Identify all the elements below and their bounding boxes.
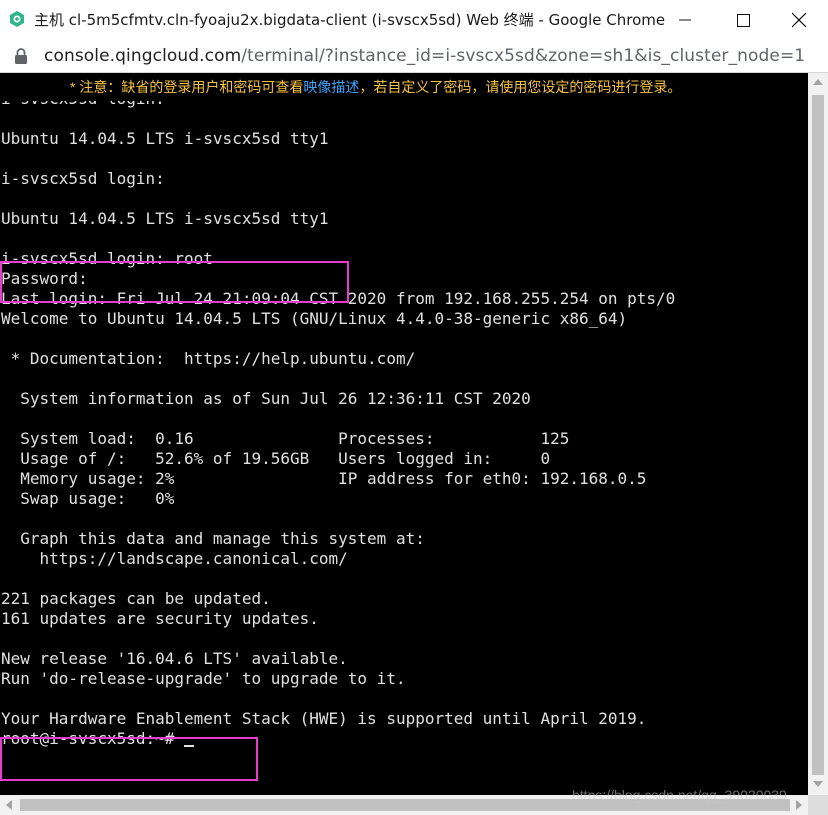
watermark: https://blog.csdn.net/qq_39020039 [572, 787, 787, 803]
terminal-output: Ubuntu 14.04.5 LTS i-svscx5sd tty1 i-svsc… [1, 73, 675, 749]
window-title-bar[interactable]: 主机 cl-5m5cfmtv.cln-fyoaju2x.bigdata-clie… [0, 0, 828, 40]
terminal-line: New release '16.04.6 LTS' available. [1, 649, 348, 668]
terminal-line: Run 'do-release-upgrade' to upgrade to i… [1, 669, 406, 688]
web-terminal[interactable]: Ubuntu 14.04.5 LTS i-svscx5sd tty1 i-svsc… [0, 73, 808, 795]
scroll-left-icon[interactable] [6, 800, 12, 810]
terminal-line: i-svscx5sd login: [1, 169, 165, 188]
page-viewport: Ubuntu 14.04.5 LTS i-svscx5sd tty1 i-svsc… [0, 73, 828, 815]
login-notice: * 注意：缺省的登录用户和密码可查看映像描述，若自定义了密码，请使用您设定的密码… [0, 73, 808, 101]
scroll-up-icon[interactable] [813, 79, 823, 85]
terminal-line: Ubuntu 14.04.5 LTS i-svscx5sd tty1 [1, 209, 329, 228]
qingcloud-logo-icon [10, 11, 24, 27]
minimize-button[interactable] [656, 0, 714, 40]
terminal-line: System load: 0.16 Processes: 125 [1, 429, 570, 448]
terminal-line: Usage of /: 52.6% of 19.56GB Users logge… [1, 449, 551, 468]
terminal-line: Swap usage: 0% [1, 489, 175, 508]
notice-suffix: ，若自定义了密码，请使用您设定的密码进行登录。 [359, 79, 682, 95]
vertical-scrollbar[interactable] [808, 73, 828, 795]
terminal-line: Welcome to Ubuntu 14.04.5 LTS (GNU/Linux… [1, 309, 628, 328]
terminal-line: 161 updates are security updates. [1, 609, 319, 628]
terminal-line: Ubuntu 14.04.5 LTS i-svscx5sd tty1 [1, 129, 329, 148]
scroll-right-icon[interactable] [796, 800, 802, 810]
image-description-link[interactable]: 映像描述 [303, 79, 359, 95]
vertical-scroll-thumb[interactable] [812, 95, 824, 775]
terminal-line: Your Hardware Enablement Stack (HWE) is … [1, 709, 647, 728]
terminal-line: * Documentation: https://help.ubuntu.com… [1, 349, 416, 368]
maximize-icon [736, 13, 750, 27]
terminal-line: 221 packages can be updated. [1, 589, 271, 608]
scroll-down-icon[interactable] [813, 781, 823, 787]
url-host: console.qingcloud.com [44, 46, 242, 66]
maximize-button[interactable] [714, 0, 772, 40]
terminal-line: Graph this data and manage this system a… [1, 529, 425, 548]
terminal-line: https://landscape.canonical.com/ [1, 549, 348, 568]
notice-prefix: * 注意：缺省的登录用户和密码可查看 [70, 79, 304, 95]
scrollbar-corner [808, 795, 828, 815]
prompt-highlight-box [0, 737, 258, 781]
terminal-line: System information as of Sun Jul 26 12:3… [1, 389, 531, 408]
lock-icon[interactable] [14, 47, 28, 65]
terminal-line: Memory usage: 2% IP address for eth0: 19… [1, 469, 647, 488]
url-text[interactable]: console.qingcloud.com/terminal/?instance… [44, 45, 805, 67]
close-icon [792, 13, 806, 27]
window-title: 主机 cl-5m5cfmtv.cln-fyoaju2x.bigdata-clie… [34, 11, 666, 29]
minimize-icon [679, 19, 691, 21]
close-button[interactable] [770, 0, 828, 40]
login-highlight-box [0, 261, 349, 303]
url-path: /terminal/?instance_id=i-svscx5sd&zone=s… [241, 46, 806, 66]
address-bar[interactable]: console.qingcloud.com/terminal/?instance… [0, 40, 828, 73]
